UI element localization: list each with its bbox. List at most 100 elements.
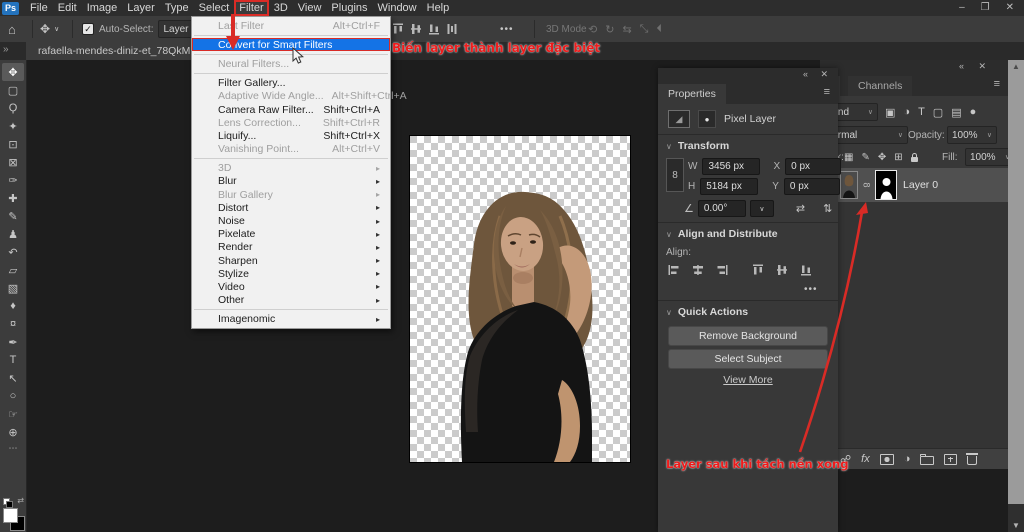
lock-image-icon[interactable]: ✎ bbox=[861, 152, 869, 163]
menubar-image[interactable]: Image bbox=[82, 0, 123, 16]
filter-menu-item-other[interactable]: Other▸ bbox=[192, 294, 390, 307]
lock-transparency-icon[interactable]: ▦ bbox=[844, 152, 853, 163]
align-right-edges-icon[interactable] bbox=[714, 262, 730, 278]
menubar-edit[interactable]: Edit bbox=[53, 0, 82, 16]
frame-tool[interactable]: ⊠ bbox=[2, 153, 24, 171]
filter-menu-item-camera-raw-filter[interactable]: Camera Raw Filter...Shift+Ctrl+A bbox=[192, 103, 390, 116]
crop-tool[interactable]: ⊡ bbox=[2, 135, 24, 153]
swap-colors-icon[interactable]: ⇄ bbox=[17, 496, 24, 505]
menubar-layer[interactable]: Layer bbox=[122, 0, 160, 16]
new-layer-icon[interactable] bbox=[944, 454, 957, 465]
flip-vertical-icon[interactable]: ⇅ bbox=[823, 202, 832, 215]
filter-menu-item-video[interactable]: Video▸ bbox=[192, 280, 390, 293]
pen-tool[interactable]: ✒ bbox=[2, 333, 24, 351]
lasso-tool[interactable]: Ϙ bbox=[2, 99, 24, 117]
panel-menu-icon[interactable]: ≡ bbox=[994, 78, 1000, 90]
align-bottom-edges-icon[interactable] bbox=[798, 262, 814, 278]
rotation-dropdown-icon[interactable]: ∨ bbox=[750, 200, 774, 217]
y-field[interactable]: 0 px bbox=[784, 178, 840, 195]
x-field[interactable]: 0 px bbox=[785, 158, 841, 175]
layer-name[interactable]: Layer 0 bbox=[903, 179, 938, 191]
home-icon[interactable]: ⌂ bbox=[8, 22, 16, 37]
view-more-link[interactable]: View More bbox=[658, 374, 838, 386]
filter-shape-layers-icon[interactable]: ▢ bbox=[933, 106, 943, 119]
eraser-tool[interactable]: ▱ bbox=[2, 261, 24, 279]
filter-menu-item-noise[interactable]: Noise▸ bbox=[192, 214, 390, 227]
close-panel-icon[interactable]: ✕ bbox=[978, 61, 986, 72]
filter-menu-item-liquify[interactable]: Liquify...Shift+Ctrl+X bbox=[192, 129, 390, 142]
align-bottom-edges-icon[interactable] bbox=[426, 21, 442, 37]
opacity-dropdown[interactable]: 100% ∨ bbox=[947, 126, 997, 144]
distribute-horizontal-icon[interactable] bbox=[444, 21, 460, 37]
filter-menu-item-blur-gallery[interactable]: Blur Gallery▸ bbox=[192, 188, 390, 201]
align-top-edges-icon[interactable] bbox=[390, 21, 406, 37]
brush-tool[interactable]: ✎ bbox=[2, 207, 24, 225]
filter-smart-objects-icon[interactable]: ▤ bbox=[951, 106, 961, 119]
collapse-panel-icon[interactable]: « bbox=[959, 61, 964, 71]
menubar-type[interactable]: Type bbox=[160, 0, 194, 16]
filter-pixel-layers-icon[interactable]: ▣ bbox=[885, 106, 895, 119]
clone-stamp-tool[interactable]: ♟ bbox=[2, 225, 24, 243]
auto-select-checkbox[interactable]: ✓ bbox=[82, 23, 94, 35]
quick-selection-tool[interactable]: ✦ bbox=[2, 117, 24, 135]
layer-mask-thumbnail[interactable] bbox=[875, 170, 897, 200]
filter-menu-item-imagenomic[interactable]: Imagenomic▸ bbox=[192, 313, 390, 326]
new-adjustment-layer-icon[interactable]: ◑ bbox=[904, 453, 911, 465]
more-options-icon[interactable]: ••• bbox=[500, 24, 514, 35]
hand-tool[interactable]: ☞ bbox=[2, 405, 24, 423]
align-vertical-centers-icon[interactable] bbox=[408, 21, 424, 37]
lock-artboard-icon[interactable]: ⊞ bbox=[894, 152, 902, 163]
filter-menu-item-last-filter[interactable]: Last FilterAlt+Ctrl+F bbox=[192, 19, 390, 32]
width-field[interactable]: 3456 px bbox=[702, 158, 760, 175]
mask-link-icon[interactable]: 8 bbox=[862, 182, 872, 187]
menubar-3d[interactable]: 3D bbox=[269, 0, 293, 16]
path-selection-tool[interactable]: ↖ bbox=[2, 369, 24, 387]
filter-toggle-icon[interactable]: ● bbox=[970, 106, 977, 118]
scroll-up-icon[interactable]: ▲ bbox=[1008, 62, 1024, 71]
flip-horizontal-icon[interactable]: ⇄ bbox=[796, 202, 805, 215]
align-left-edges-icon[interactable] bbox=[666, 262, 682, 278]
align-top-edges-icon[interactable] bbox=[750, 262, 766, 278]
dodge-tool[interactable]: ¤ bbox=[2, 315, 24, 333]
shape-tool[interactable]: ○ bbox=[2, 387, 24, 405]
align-horizontal-centers-icon[interactable] bbox=[690, 262, 706, 278]
move-tool-icon[interactable]: ✥ bbox=[40, 22, 50, 36]
slide-3d-camera-icon[interactable]: ⤡ bbox=[640, 23, 649, 36]
filter-menu-item-sharpen[interactable]: Sharpen▸ bbox=[192, 254, 390, 267]
menubar-filter[interactable]: Filter bbox=[234, 0, 268, 16]
menubar-select[interactable]: Select bbox=[194, 0, 235, 16]
align-vertical-centers-icon[interactable] bbox=[774, 262, 790, 278]
scroll-down-icon[interactable]: ▼ bbox=[1008, 521, 1024, 530]
filter-menu-item-vanishing-point[interactable]: Vanishing Point...Alt+Ctrl+V bbox=[192, 143, 390, 156]
new-group-icon[interactable] bbox=[920, 456, 934, 465]
filter-menu-item-neural-filters[interactable]: Neural Filters... bbox=[192, 57, 390, 70]
remove-background-button[interactable]: Remove Background bbox=[668, 326, 828, 346]
orbit-3d-camera-icon[interactable]: ⟲ bbox=[588, 23, 597, 36]
filter-menu-item-3d[interactable]: 3D▸ bbox=[192, 162, 390, 175]
page-scrollbar[interactable]: ▲ ▼ bbox=[1008, 60, 1024, 532]
healing-brush-tool[interactable]: ✚ bbox=[2, 189, 24, 207]
filter-menu-item-convert-for-smart-filters[interactable]: Convert for Smart Filters bbox=[192, 38, 390, 51]
collapse-panel-icon[interactable]: « bbox=[803, 69, 808, 79]
eyedropper-tool[interactable]: ✑ bbox=[2, 171, 24, 189]
layer-effects-icon[interactable]: fx bbox=[861, 453, 870, 465]
height-field[interactable]: 5184 px bbox=[700, 178, 758, 195]
move-tool[interactable]: ✥ bbox=[2, 63, 24, 81]
roll-3d-camera-icon[interactable]: ↻ bbox=[605, 23, 614, 36]
quick-actions-section-header[interactable]: ∨ Quick Actions bbox=[658, 306, 756, 318]
foreground-color-swatch[interactable] bbox=[3, 508, 18, 523]
menubar-window[interactable]: Window bbox=[373, 0, 422, 16]
filter-menu-item-pixelate[interactable]: Pixelate▸ bbox=[192, 228, 390, 241]
pan-3d-camera-icon[interactable]: ⇆ bbox=[622, 23, 631, 36]
select-subject-button[interactable]: Select Subject bbox=[668, 349, 828, 369]
tab-properties[interactable]: Properties bbox=[658, 84, 726, 104]
gradient-tool[interactable]: ▧ bbox=[2, 279, 24, 297]
filter-menu-item-lens-correction[interactable]: Lens Correction...Shift+Ctrl+R bbox=[192, 116, 390, 129]
filter-menu-item-blur[interactable]: Blur▸ bbox=[192, 175, 390, 188]
scrollbar-thumb[interactable] bbox=[1008, 60, 1024, 504]
layer-row[interactable]: 8 Layer 0 bbox=[820, 168, 1024, 202]
filter-menu-item-render[interactable]: Render▸ bbox=[192, 241, 390, 254]
align-more-icon[interactable]: ••• bbox=[804, 284, 818, 295]
minimize-button[interactable]: – bbox=[959, 0, 965, 16]
panel-menu-icon[interactable]: ≡ bbox=[824, 86, 830, 98]
